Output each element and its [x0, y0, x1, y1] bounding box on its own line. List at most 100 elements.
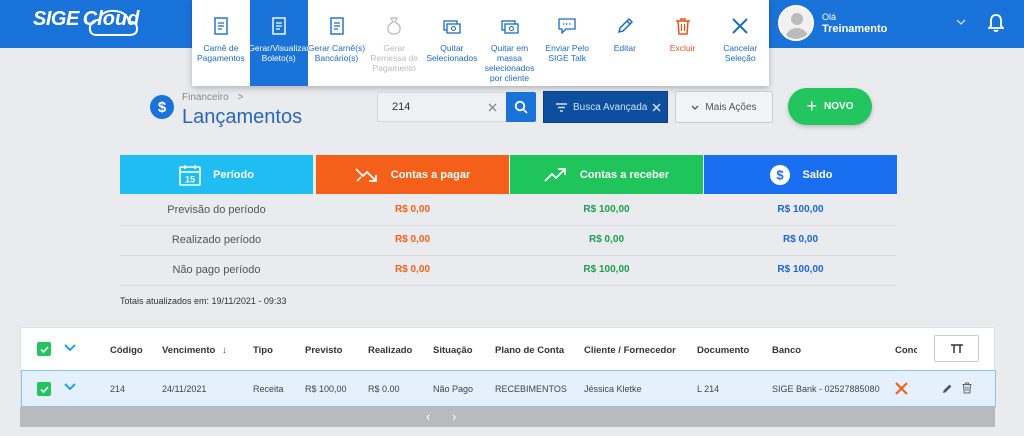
cancelar-selecao-button[interactable]: Cancelar Seleção [711, 0, 769, 86]
col-previsto[interactable]: Previsto [305, 345, 343, 356]
bell-icon[interactable] [986, 13, 1006, 38]
quitar-selecionados-button[interactable]: Quitar Selecionados [423, 0, 481, 86]
card-label: Contas a pagar [390, 168, 471, 181]
lancamentos-table: Código Vencimento ↓ Tipo Previsto Realiz… [20, 327, 996, 407]
plus-icon: + [806, 96, 818, 116]
cell-banco: SIGE Bank - 02527885080 [772, 384, 880, 394]
cell-plano-conta: RECEBIMENTOS [495, 384, 567, 394]
gerar-boleto-button[interactable]: Gerar/Visualizar Boleto(s) [248, 0, 309, 86]
summary-row: Não pago período R$ 0,00 R$ 100,00 R$ 10… [120, 256, 896, 286]
excluir-button[interactable]: Excluir [654, 0, 712, 86]
col-tipo[interactable]: Tipo [253, 345, 273, 356]
close-icon [732, 18, 748, 34]
user-greeting: Olá [822, 12, 837, 22]
clear-icon[interactable] [488, 99, 497, 115]
trend-down-icon [355, 167, 377, 182]
action-toolbar: Carnê de Pagamentos Gerar/Visualizar Bol… [192, 0, 769, 86]
summary-row-label: Não pago período [172, 264, 261, 276]
horizontal-scrollbar[interactable]: ‹ › [20, 407, 995, 427]
advanced-search-button[interactable]: Busca Avançada [543, 91, 668, 123]
action-label: Excluir [669, 43, 696, 53]
quitar-em-massa-button[interactable]: Quitar em massa selecionados por cliente [481, 0, 539, 86]
trash-icon [675, 18, 690, 35]
action-label: Gerar Remessa de Pagamento [370, 43, 419, 73]
col-plano-conta[interactable]: Plano de Conta [495, 345, 564, 356]
totals-updated-text: Totais atualizados em: 19/11/2021 - 09:3… [120, 296, 287, 306]
col-cliente[interactable]: Cliente / Fornecedor [584, 345, 676, 356]
document-icon [329, 17, 344, 35]
check-icon [39, 385, 49, 393]
trash-icon[interactable] [962, 382, 972, 396]
enviar-sige-talk-button[interactable]: Enviar Pelo SIGE Talk [538, 0, 596, 86]
breadcrumb-item[interactable]: Financeiro [182, 92, 229, 103]
editar-button[interactable]: Editar [596, 0, 654, 86]
breadcrumb-separator: > [237, 92, 244, 103]
card-contas-receber: Contas a receber [510, 155, 703, 194]
advanced-search-label: Busca Avançada [573, 101, 648, 113]
summary-row: Previsão do período R$ 0,00 R$ 100,00 R$… [120, 196, 896, 226]
cell-codigo: 214 [110, 384, 126, 394]
row-checkbox[interactable] [37, 382, 51, 396]
sort-arrow-icon: ↓ [221, 345, 227, 356]
cell-previsto: R$ 100,00 [305, 384, 347, 394]
action-label: Cancelar Seleção [723, 43, 758, 63]
col-situacao[interactable]: Situação [433, 345, 473, 356]
cell-cliente: Jéssica Kletke [584, 384, 642, 394]
trend-up-icon [544, 167, 566, 182]
chevron-down-icon[interactable] [64, 383, 76, 393]
cell-realizado: R$ 0.00 [368, 384, 400, 394]
logo-text-cloud: Cloud [82, 8, 140, 30]
breadcrumb: Financeiro > [182, 92, 243, 103]
summary-value-receber: R$ 100,00 [583, 204, 630, 215]
col-vencimento-label: Vencimento [162, 345, 216, 356]
cell-documento: L 214 [697, 384, 720, 394]
user-name: Treinamento [822, 23, 888, 35]
chevron-down-icon[interactable] [64, 344, 76, 355]
gerar-remessa-button[interactable]: Gerar Remessa de Pagamento [365, 0, 423, 86]
cell-situacao: Não Pago [433, 384, 474, 394]
more-actions-button[interactable]: Mais Ações [675, 91, 773, 123]
summary-value-saldo: R$ 100,00 [777, 204, 824, 215]
summary-value-pagar: R$ 0,00 [394, 204, 431, 215]
select-all-checkbox[interactable] [37, 342, 51, 356]
svg-text:$: $ [776, 167, 784, 182]
summary-value-saldo: R$ 0,00 [782, 234, 819, 245]
col-vencimento[interactable]: Vencimento ↓ [162, 345, 227, 356]
col-realizado[interactable]: Realizado [368, 345, 412, 356]
col-banco[interactable]: Banco [772, 345, 801, 356]
column-settings-button[interactable] [934, 335, 979, 362]
summary-row: Realizado período R$ 0,00 R$ 0,00 R$ 0,0… [120, 226, 896, 256]
table-row[interactable]: 214 24/11/2021 Receita R$ 100,00 R$ 0.00… [21, 370, 996, 407]
new-button-label: NOVO [824, 101, 854, 112]
summary-value-pagar: R$ 0,00 [394, 264, 431, 275]
app-logo[interactable]: SIGE Cloud [33, 8, 140, 36]
new-button[interactable]: + NOVO [788, 88, 872, 125]
search-box [377, 92, 507, 122]
pencil-icon[interactable] [942, 383, 953, 396]
pencil-icon [617, 17, 633, 34]
col-documento[interactable]: Documento [697, 345, 749, 356]
search-input[interactable] [378, 93, 478, 121]
gerar-carne-bancario-button[interactable]: Gerar Carnê(s) Bancário(s) [308, 0, 366, 86]
scrollbar-thumb[interactable] [20, 407, 995, 427]
action-label: Enviar Pelo SIGE Talk [545, 43, 589, 63]
scroll-right-icon[interactable]: › [452, 409, 456, 424]
summary-row-label: Realizado período [171, 234, 262, 246]
check-icon [39, 345, 49, 353]
chevron-down-icon[interactable] [956, 17, 966, 28]
card-contas-pagar: Contas a pagar [316, 155, 509, 194]
more-actions-label: Mais Ações [705, 101, 757, 113]
cash-icon [443, 20, 461, 34]
calendar-icon: 15 [179, 164, 201, 186]
carne-pagamentos-button[interactable]: Carnê de Pagamentos [192, 0, 250, 86]
col-conciliado[interactable]: Conc [895, 345, 917, 356]
chat-icon [558, 18, 576, 34]
user-menu[interactable]: Olá Treinamento [778, 5, 887, 41]
scroll-left-icon[interactable]: ‹ [426, 409, 430, 424]
dollar-icon: $ [769, 164, 790, 185]
action-label: Quitar Selecionados [426, 43, 478, 63]
search-button[interactable] [506, 92, 536, 122]
col-codigo[interactable]: Código [110, 345, 143, 356]
close-icon[interactable] [652, 98, 661, 116]
action-label: Quitar em massa selecionados por cliente [484, 43, 535, 83]
